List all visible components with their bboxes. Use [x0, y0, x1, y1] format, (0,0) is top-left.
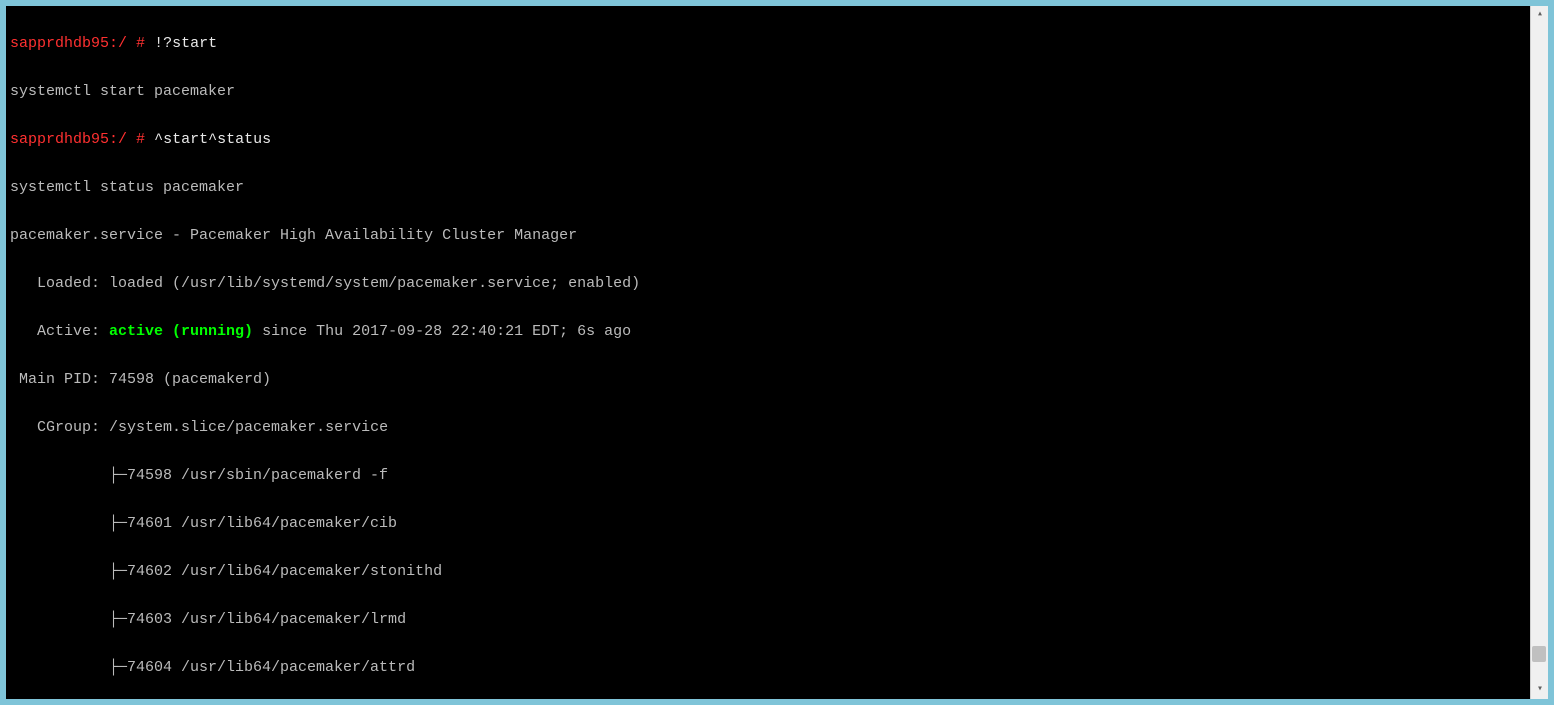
active-line: Active: active (running) since Thu 2017-… [10, 320, 1526, 344]
loaded-line: Loaded: loaded (/usr/lib/systemd/system/… [10, 272, 1526, 296]
terminal-content[interactable]: sapprdhdb95:/ # !?start systemctl start … [6, 6, 1530, 699]
command-1-expanded: systemctl start pacemaker [10, 80, 1526, 104]
prompt-line-2: sapprdhdb95:/ # ^start^status [10, 128, 1526, 152]
main-pid-line: Main PID: 74598 (pacemakerd) [10, 368, 1526, 392]
cgroup-tree-item: ├─74603 /usr/lib64/pacemaker/lrmd [10, 608, 1526, 632]
command-1: !?start [154, 35, 217, 52]
prompt-line-1: sapprdhdb95:/ # !?start [10, 32, 1526, 56]
command-2-expanded: systemctl status pacemaker [10, 176, 1526, 200]
scroll-down-button[interactable]: ▾ [1531, 681, 1548, 699]
terminal-window: sapprdhdb95:/ # !?start systemctl start … [6, 6, 1548, 699]
scroll-thumb[interactable] [1532, 646, 1546, 662]
prompt-host: sapprdhdb95:/ [10, 35, 136, 52]
cgroup-line: CGroup: /system.slice/pacemaker.service [10, 416, 1526, 440]
cgroup-tree-item: ├─74601 /usr/lib64/pacemaker/cib [10, 512, 1526, 536]
cgroup-tree-item: ├─74602 /usr/lib64/pacemaker/stonithd [10, 560, 1526, 584]
active-status: active (running) [109, 323, 253, 340]
scroll-up-button[interactable]: ▴ [1531, 6, 1548, 24]
prompt-hash: # [136, 35, 145, 52]
cgroup-tree-item: ├─74604 /usr/lib64/pacemaker/attrd [10, 656, 1526, 680]
service-description: pacemaker.service - Pacemaker High Avail… [10, 224, 1526, 248]
cgroup-tree-item: ├─74598 /usr/sbin/pacemakerd -f [10, 464, 1526, 488]
prompt-host: sapprdhdb95:/ [10, 131, 136, 148]
command-2: ^start^status [154, 131, 271, 148]
scrollbar[interactable]: ▴ ▾ [1530, 6, 1548, 699]
prompt-hash: # [136, 131, 145, 148]
